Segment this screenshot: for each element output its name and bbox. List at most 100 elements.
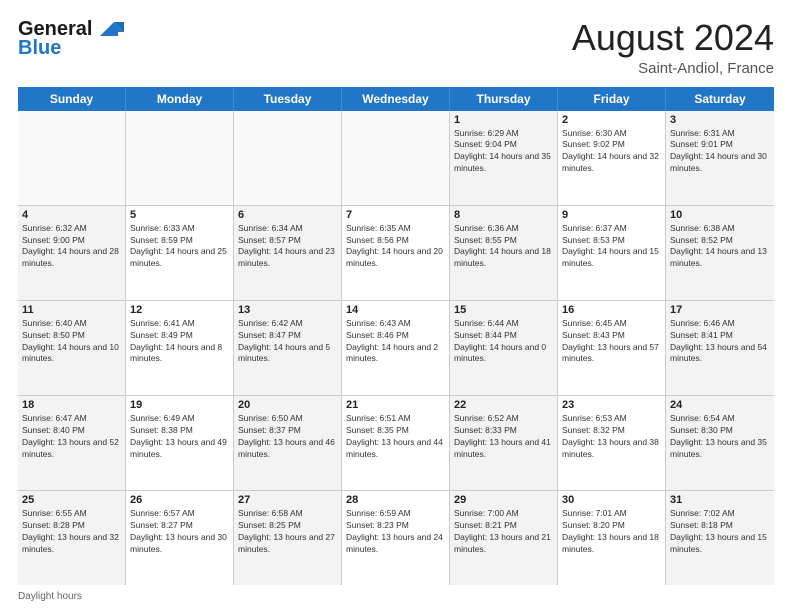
day-number-30: 30 <box>562 494 661 506</box>
cell-info: Sunrise: 6:44 AM Sunset: 8:44 PM Dayligh… <box>454 318 553 366</box>
table-row: 6Sunrise: 6:34 AM Sunset: 8:57 PM Daylig… <box>234 206 342 300</box>
day-number-23: 23 <box>562 399 661 411</box>
location: Saint-Andiol, France <box>572 60 774 77</box>
day-number-11: 11 <box>22 304 121 316</box>
cell-info: Sunrise: 6:43 AM Sunset: 8:46 PM Dayligh… <box>346 318 445 366</box>
day-number-16: 16 <box>562 304 661 316</box>
cell-info: Sunrise: 6:42 AM Sunset: 8:47 PM Dayligh… <box>238 318 337 366</box>
cell-info: Sunrise: 6:53 AM Sunset: 8:32 PM Dayligh… <box>562 413 661 461</box>
day-number-4: 4 <box>22 209 121 221</box>
day-number-25: 25 <box>22 494 121 506</box>
cell-info: Sunrise: 6:50 AM Sunset: 8:37 PM Dayligh… <box>238 413 337 461</box>
table-row <box>18 111 126 205</box>
table-row: 7 Sunrise: 6:35 AM Sunset: 8:56 PM Daylig… <box>342 206 450 300</box>
table-row: 29 Sunrise: 7:00 AM Sunset: 8:21 PM Dayli… <box>450 491 558 585</box>
table-row <box>234 111 342 205</box>
cell-info: Sunrise: 6:33 AM Sunset: 8:59 PM Dayligh… <box>130 223 229 271</box>
day-number-14: 14 <box>346 304 445 316</box>
table-row: 22 Sunrise: 6:52 AM Sunset: 8:33 PM Dayli… <box>450 396 558 490</box>
table-row <box>126 111 234 205</box>
cell-info: Sunrise: 6:34 AM Sunset: 8:57 PM Dayligh… <box>238 223 337 271</box>
cell-info: Sunrise: 6:38 AM Sunset: 8:52 PM Dayligh… <box>670 223 770 271</box>
cell-info: Sunrise: 6:36 AM Sunset: 8:55 PM Dayligh… <box>454 223 553 271</box>
calendar: SundayMondayTuesdayWednesdayThursdayFrid… <box>18 87 774 585</box>
day-number-15: 15 <box>454 304 553 316</box>
table-row: 8 Sunrise: 6:36 AM Sunset: 8:55 PM Daylig… <box>450 206 558 300</box>
day-number-21: 21 <box>346 399 445 411</box>
day-number-27: 27 <box>238 494 337 506</box>
header-day-monday: Monday <box>126 87 234 111</box>
header-day-sunday: Sunday <box>18 87 126 111</box>
cell-info: Sunrise: 7:00 AM Sunset: 8:21 PM Dayligh… <box>454 508 553 556</box>
day-number-28: 28 <box>346 494 445 506</box>
day-number-22: 22 <box>454 399 553 411</box>
day-number-24: 24 <box>670 399 770 411</box>
cell-info: Sunrise: 6:52 AM Sunset: 8:33 PM Dayligh… <box>454 413 553 461</box>
cell-info: Sunrise: 6:49 AM Sunset: 8:38 PM Dayligh… <box>130 413 229 461</box>
cell-info: Sunrise: 6:55 AM Sunset: 8:28 PM Dayligh… <box>22 508 121 556</box>
cell-info: Sunrise: 6:59 AM Sunset: 8:23 PM Dayligh… <box>346 508 445 556</box>
week-row-3: 11 Sunrise: 6:40 AM Sunset: 8:50 PM Dayli… <box>18 301 774 396</box>
day-number-9: 9 <box>562 209 661 221</box>
table-row <box>342 111 450 205</box>
table-row: 20Sunrise: 6:50 AM Sunset: 8:37 PM Dayli… <box>234 396 342 490</box>
day-number-3: 3 <box>670 114 770 126</box>
footer-label: Daylight hours <box>18 591 82 602</box>
day-number-2: 2 <box>562 114 661 126</box>
cell-info: Sunrise: 6:29 AM Sunset: 9:04 PM Dayligh… <box>454 128 553 176</box>
header-day-thursday: Thursday <box>450 87 558 111</box>
table-row: 3 Sunrise: 6:31 AM Sunset: 9:01 PM Daylig… <box>666 111 774 205</box>
cell-info: Sunrise: 6:32 AM Sunset: 9:00 PM Dayligh… <box>22 223 121 271</box>
cell-info: Sunrise: 6:41 AM Sunset: 8:49 PM Dayligh… <box>130 318 229 366</box>
cell-info: Sunrise: 6:54 AM Sunset: 8:30 PM Dayligh… <box>670 413 770 461</box>
header-day-saturday: Saturday <box>666 87 774 111</box>
day-number-26: 26 <box>130 494 229 506</box>
title-block: August 2024 Saint-Andiol, France <box>572 18 774 77</box>
table-row: 14 Sunrise: 6:43 AM Sunset: 8:46 PM Dayli… <box>342 301 450 395</box>
day-number-18: 18 <box>22 399 121 411</box>
week-row-4: 18 Sunrise: 6:47 AM Sunset: 8:40 PM Dayli… <box>18 396 774 491</box>
logo-icon <box>96 18 126 40</box>
logo-blue: Blue <box>18 38 61 58</box>
table-row: 31Sunrise: 7:02 AM Sunset: 8:18 PM Dayli… <box>666 491 774 585</box>
cell-info: Sunrise: 6:46 AM Sunset: 8:41 PM Dayligh… <box>670 318 770 366</box>
day-number-7: 7 <box>346 209 445 221</box>
table-row: 13 Sunrise: 6:42 AM Sunset: 8:47 PM Dayli… <box>234 301 342 395</box>
cell-info: Sunrise: 6:57 AM Sunset: 8:27 PM Dayligh… <box>130 508 229 556</box>
table-row: 30 Sunrise: 7:01 AM Sunset: 8:20 PM Dayli… <box>558 491 666 585</box>
cell-info: Sunrise: 6:58 AM Sunset: 8:25 PM Dayligh… <box>238 508 337 556</box>
week-row-2: 4 Sunrise: 6:32 AM Sunset: 9:00 PM Daylig… <box>18 206 774 301</box>
logo: General Blue <box>18 18 126 58</box>
header-day-friday: Friday <box>558 87 666 111</box>
table-row: 19 Sunrise: 6:49 AM Sunset: 8:38 PM Dayli… <box>126 396 234 490</box>
day-number-13: 13 <box>238 304 337 316</box>
table-row: 5Sunrise: 6:33 AM Sunset: 8:59 PM Daylig… <box>126 206 234 300</box>
week-row-5: 25 Sunrise: 6:55 AM Sunset: 8:28 PM Dayli… <box>18 491 774 585</box>
page: General Blue August 2024 Saint-Andiol, F… <box>0 0 792 612</box>
table-row: 10 Sunrise: 6:38 AM Sunset: 8:52 PM Dayli… <box>666 206 774 300</box>
week-row-1: 1 Sunrise: 6:29 AM Sunset: 9:04 PM Daylig… <box>18 111 774 206</box>
day-number-10: 10 <box>670 209 770 221</box>
day-number-8: 8 <box>454 209 553 221</box>
calendar-body: 1 Sunrise: 6:29 AM Sunset: 9:04 PM Daylig… <box>18 111 774 585</box>
cell-info: Sunrise: 6:30 AM Sunset: 9:02 PM Dayligh… <box>562 128 661 176</box>
header-day-wednesday: Wednesday <box>342 87 450 111</box>
cell-info: Sunrise: 7:01 AM Sunset: 8:20 PM Dayligh… <box>562 508 661 556</box>
cell-info: Sunrise: 6:40 AM Sunset: 8:50 PM Dayligh… <box>22 318 121 366</box>
table-row: 18 Sunrise: 6:47 AM Sunset: 8:40 PM Dayli… <box>18 396 126 490</box>
cell-info: Sunrise: 6:35 AM Sunset: 8:56 PM Dayligh… <box>346 223 445 271</box>
cell-info: Sunrise: 6:31 AM Sunset: 9:01 PM Dayligh… <box>670 128 770 176</box>
day-number-19: 19 <box>130 399 229 411</box>
table-row: 11 Sunrise: 6:40 AM Sunset: 8:50 PM Dayli… <box>18 301 126 395</box>
table-row: 1 Sunrise: 6:29 AM Sunset: 9:04 PM Daylig… <box>450 111 558 205</box>
cell-info: Sunrise: 6:47 AM Sunset: 8:40 PM Dayligh… <box>22 413 121 461</box>
table-row: 21Sunrise: 6:51 AM Sunset: 8:35 PM Dayli… <box>342 396 450 490</box>
table-row: 9 Sunrise: 6:37 AM Sunset: 8:53 PM Daylig… <box>558 206 666 300</box>
day-number-17: 17 <box>670 304 770 316</box>
day-number-1: 1 <box>454 114 553 126</box>
cell-info: Sunrise: 6:37 AM Sunset: 8:53 PM Dayligh… <box>562 223 661 271</box>
day-number-29: 29 <box>454 494 553 506</box>
table-row: 27 Sunrise: 6:58 AM Sunset: 8:25 PM Dayli… <box>234 491 342 585</box>
day-number-12: 12 <box>130 304 229 316</box>
cell-info: Sunrise: 7:02 AM Sunset: 8:18 PM Dayligh… <box>670 508 770 556</box>
